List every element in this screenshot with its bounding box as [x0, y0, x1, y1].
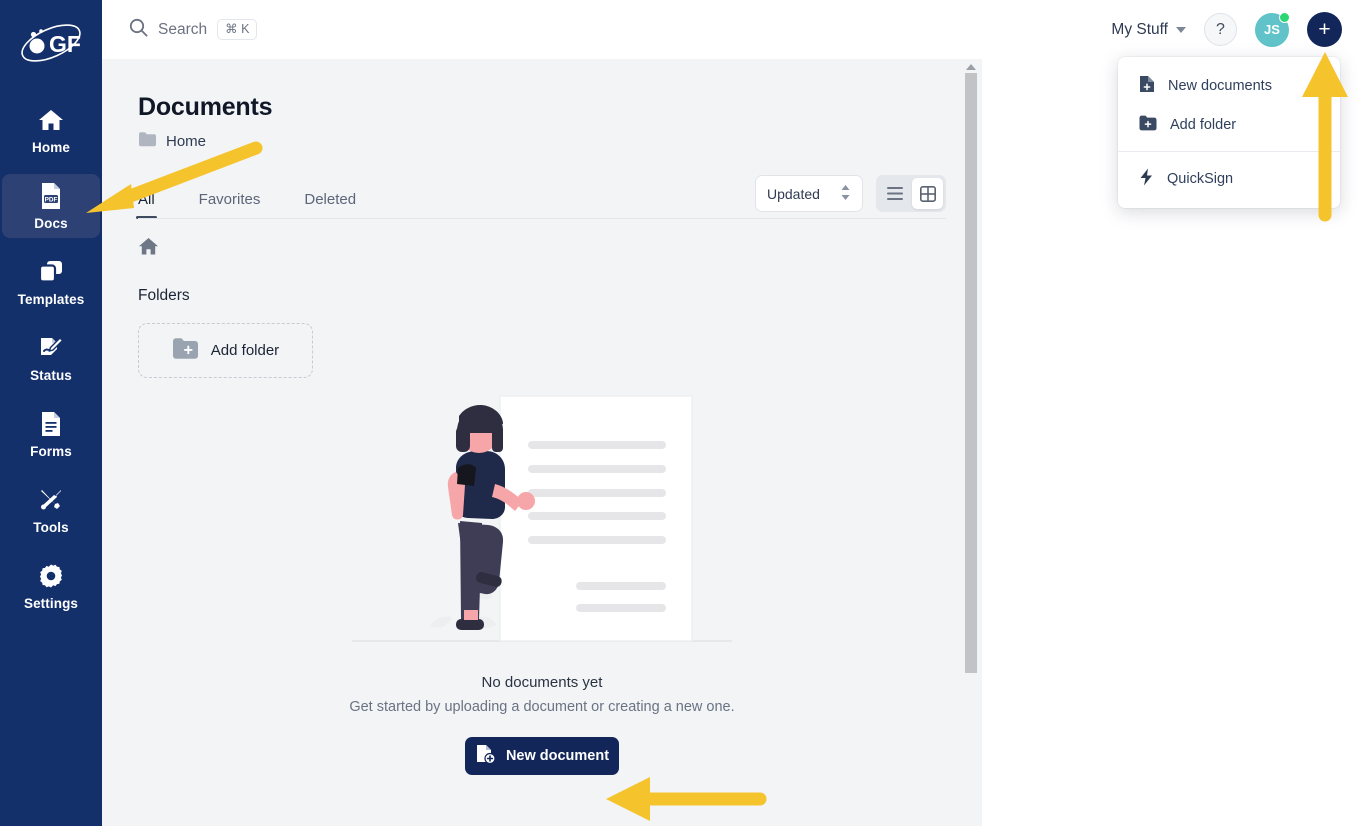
avatar[interactable]: JS	[1255, 11, 1290, 47]
search-icon	[129, 18, 148, 42]
forms-icon	[40, 410, 62, 438]
sidebar-item-status-label: Status	[30, 367, 72, 383]
status-signature-icon	[38, 334, 65, 362]
plus-icon: +	[1318, 18, 1331, 41]
svg-text:GF: GF	[49, 31, 81, 57]
menu-item-quicksign[interactable]: QuickSign	[1118, 159, 1340, 199]
chevron-down-icon	[1176, 26, 1186, 33]
scrollbar-thumb[interactable]	[965, 73, 977, 673]
sidebar-item-home[interactable]: Home	[2, 98, 100, 162]
sidebar-item-tools[interactable]: Tools	[2, 478, 100, 542]
list-icon	[886, 187, 903, 200]
sidebar-item-docs[interactable]: PDF Docs	[2, 174, 100, 238]
grid-icon	[919, 185, 936, 202]
help-icon: ?	[1216, 20, 1225, 38]
breadcrumb[interactable]: Home	[138, 131, 982, 151]
empty-state-subtitle: Get started by uploading a document or c…	[349, 699, 735, 715]
create-new-dropdown-menu: New documents Add folder QuickSign	[1118, 57, 1340, 208]
new-document-icon	[475, 744, 496, 768]
scroll-up-arrow-icon[interactable]	[966, 64, 976, 70]
tabs-row: All Favorites Deleted Updated	[102, 171, 982, 219]
app-logo[interactable]: GF	[15, 18, 87, 68]
search-input[interactable]: Search ⌘ K	[129, 18, 258, 42]
tab-controls: Updated	[755, 175, 946, 219]
home-icon	[139, 238, 158, 255]
create-new-button[interactable]: +	[1307, 12, 1342, 47]
empty-state: No documents yet Get started by uploadin…	[102, 388, 982, 775]
sidebar: GF Home PDF Docs Templates Status Forms …	[0, 0, 102, 826]
search-shortcut-badge: ⌘ K	[217, 19, 258, 40]
sidebar-item-forms-label: Forms	[30, 443, 72, 459]
sidebar-item-docs-label: Docs	[34, 215, 68, 231]
empty-state-title: No documents yet	[481, 674, 603, 691]
online-status-dot	[1279, 11, 1290, 23]
tools-icon	[38, 486, 65, 514]
topbar-actions: My Stuff ? JS +	[1111, 11, 1363, 47]
add-folder-icon	[172, 337, 199, 364]
folder-icon	[138, 131, 157, 151]
menu-item-new-documents[interactable]: New documents	[1118, 66, 1340, 106]
my-stuff-label: My Stuff	[1111, 20, 1168, 38]
sidebar-item-templates-label: Templates	[17, 291, 85, 307]
grid-view-button[interactable]	[912, 178, 943, 209]
svg-text:PDF: PDF	[45, 196, 58, 203]
new-document-label: New document	[505, 748, 610, 764]
add-folder-icon	[1139, 115, 1157, 135]
my-stuff-dropdown[interactable]: My Stuff	[1111, 21, 1186, 39]
sort-stepper-icon	[840, 184, 851, 204]
pdf-file-icon: PDF	[39, 182, 63, 210]
sort-select[interactable]: Updated	[755, 175, 863, 212]
topbar: Search ⌘ K My Stuff ? JS +	[102, 0, 1363, 59]
menu-item-label: QuickSign	[1167, 171, 1234, 187]
sidebar-item-settings[interactable]: Settings	[2, 554, 100, 618]
new-document-icon	[1139, 75, 1155, 97]
add-folder-button[interactable]: Add folder	[138, 323, 313, 378]
avatar-initials: JS	[1264, 22, 1280, 37]
add-folder-label: Add folder	[210, 342, 280, 359]
help-button[interactable]: ?	[1204, 13, 1237, 46]
menu-item-label: Add folder	[1170, 117, 1237, 133]
sidebar-item-status[interactable]: Status	[2, 326, 100, 390]
search-placeholder: Search	[158, 20, 208, 38]
empty-state-illustration	[352, 395, 732, 642]
sidebar-item-home-label: Home	[32, 139, 70, 155]
view-toggle	[876, 175, 946, 212]
page-title: Documents	[138, 93, 273, 121]
new-document-button[interactable]: New document	[465, 737, 619, 775]
sidebar-nav: Home PDF Docs Templates Status Forms Too…	[0, 98, 102, 630]
tabs: All Favorites Deleted	[136, 191, 356, 219]
folders-section-label: Folders	[138, 287, 190, 304]
home-breadcrumb-button[interactable]	[138, 237, 982, 261]
templates-icon	[38, 258, 64, 286]
tab-favorites[interactable]: Favorites	[199, 191, 261, 219]
menu-divider	[1118, 151, 1340, 152]
lightning-bolt-icon	[1139, 168, 1154, 190]
sidebar-item-settings-label: Settings	[23, 595, 79, 611]
menu-item-add-folder[interactable]: Add folder	[1118, 106, 1340, 144]
home-icon	[38, 106, 64, 134]
menu-item-label: New documents	[1168, 78, 1272, 94]
breadcrumb-label: Home	[166, 132, 207, 150]
tabs-underline	[138, 218, 946, 219]
tab-all[interactable]: All	[136, 191, 157, 219]
sort-value: Updated	[767, 185, 820, 202]
main-scrollbar[interactable]	[960, 59, 982, 826]
gear-icon	[38, 562, 64, 590]
sidebar-item-forms[interactable]: Forms	[2, 402, 100, 466]
tab-deleted[interactable]: Deleted	[304, 191, 356, 219]
sidebar-item-tools-label: Tools	[33, 519, 69, 535]
sidebar-item-templates[interactable]: Templates	[2, 250, 100, 314]
list-view-button[interactable]	[879, 178, 910, 209]
main-content: Documents Home All Favorites Deleted Upd…	[102, 59, 982, 826]
